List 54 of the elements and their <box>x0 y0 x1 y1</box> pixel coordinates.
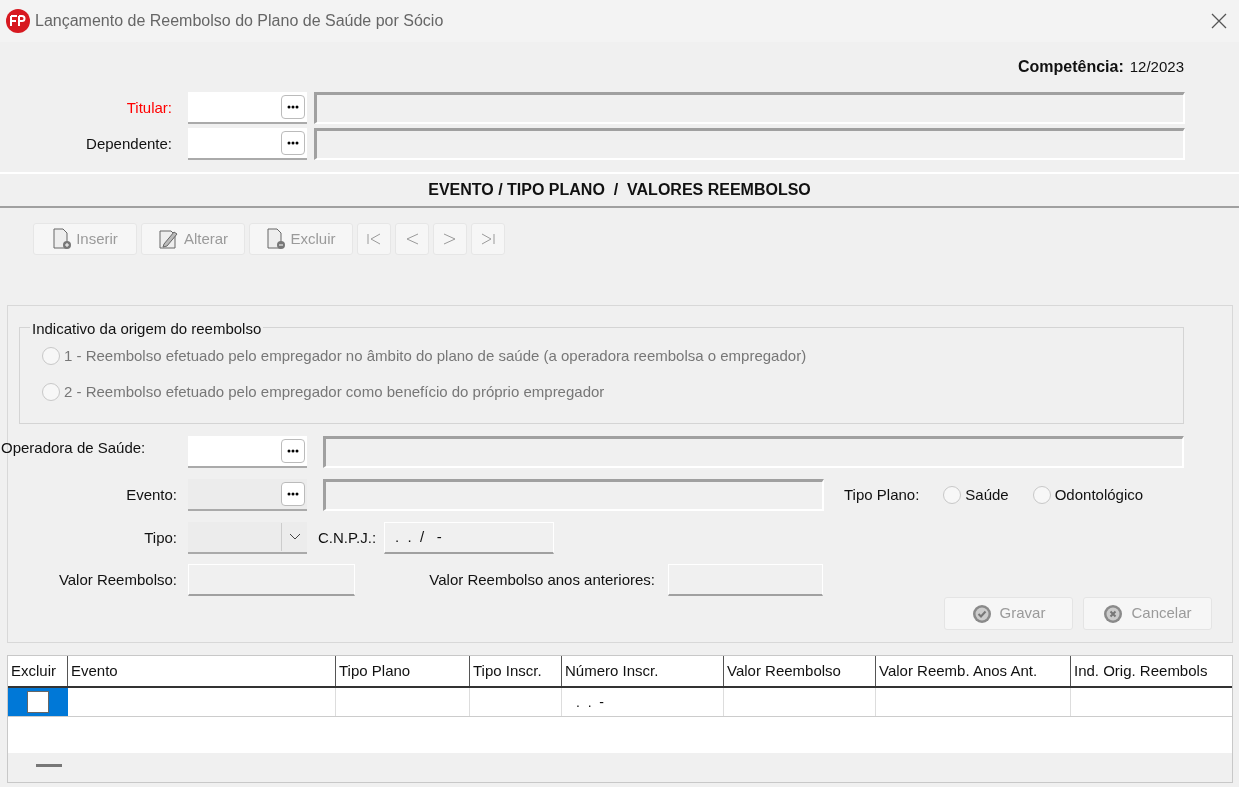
field-label: C.N.P.J.: <box>318 527 377 548</box>
remove-document-icon <box>266 228 287 250</box>
competencia-value: 12/2023 <box>1129 56 1184 77</box>
first-record-icon <box>366 232 382 246</box>
field-label: Tipo Plano: <box>844 484 920 505</box>
section-title: EVENTO / TIPO PLANO / VALORES REEMBOLSO <box>428 180 811 200</box>
table-cell: . . - <box>562 688 724 716</box>
field-label: Titular: <box>125 97 173 118</box>
close-button[interactable] <box>1209 11 1229 31</box>
lookup-button[interactable] <box>281 482 305 506</box>
column-header[interactable]: Valor Reemb. Anos Ant. <box>876 656 1071 686</box>
code-field[interactable] <box>188 128 307 160</box>
lookup-button[interactable] <box>281 439 305 463</box>
code-field[interactable] <box>188 92 307 124</box>
scrollbar-thumb[interactable] <box>36 763 62 767</box>
plan-type-radio[interactable]: Odontológico <box>1032 483 1144 507</box>
code-field[interactable] <box>188 436 307 468</box>
selected-cell[interactable] <box>8 688 68 716</box>
new-document-icon <box>52 228 73 250</box>
column-header[interactable]: Evento <box>68 656 336 686</box>
app-logo-icon <box>6 9 30 33</box>
field-label: Evento: <box>125 484 177 505</box>
ellipsis-icon <box>287 105 299 109</box>
type-dropdown[interactable] <box>188 522 307 554</box>
previous-record-icon <box>404 232 420 246</box>
row-checkbox[interactable] <box>27 691 49 713</box>
column-header[interactable]: Número Inscr. <box>562 656 724 686</box>
column-header[interactable]: Ind. Orig. Reembols <box>1071 656 1232 686</box>
input-field[interactable] <box>188 564 355 596</box>
field-label: Tipo: <box>143 527 177 548</box>
last-record-icon <box>480 232 496 246</box>
next-record-icon <box>442 232 458 246</box>
pencil-document-icon <box>157 228 180 250</box>
lookup-button[interactable] <box>281 131 305 155</box>
window-title: Lançamento de Reembolso do Plano de Saúde por Sócio <box>35 11 444 31</box>
input-field[interactable] <box>668 564 823 596</box>
plan-type-radio[interactable]: Saúde <box>943 483 1009 507</box>
lookup-button[interactable] <box>281 95 305 119</box>
competencia-label: Competência: <box>1017 57 1124 77</box>
ellipsis-icon <box>287 141 299 145</box>
ellipsis-icon <box>287 492 299 496</box>
check-circle-icon <box>971 603 992 624</box>
x-circle-icon <box>1103 603 1124 624</box>
code-field[interactable] <box>188 479 307 511</box>
ellipsis-icon <box>287 449 299 453</box>
column-header[interactable]: Tipo Inscr. <box>470 656 562 686</box>
field-label: Operadora de Saúde: <box>1 437 147 458</box>
field-label: Valor Reembolso anos anteriores: <box>428 569 655 590</box>
column-header[interactable]: Excluir <box>8 656 68 686</box>
column-header[interactable]: Valor Reembolso <box>724 656 876 686</box>
column-header[interactable]: Tipo Plano <box>336 656 470 686</box>
field-label: Valor Reembolso: <box>57 569 177 590</box>
cnpj-field[interactable]: . . / - <box>384 522 555 554</box>
field-label: Dependente: <box>85 133 173 154</box>
